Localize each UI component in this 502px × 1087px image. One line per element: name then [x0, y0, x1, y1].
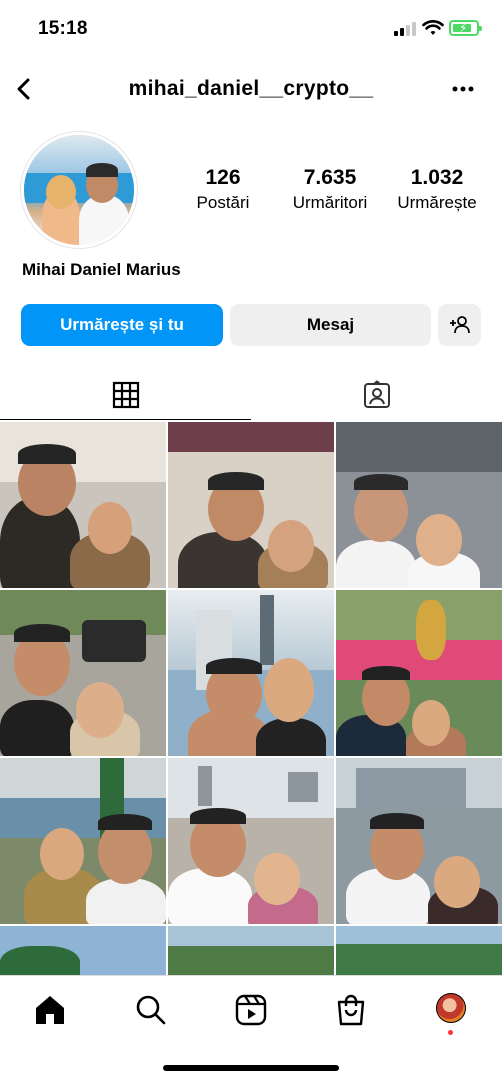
post-thumbnail[interactable] [0, 758, 166, 924]
post-thumbnail[interactable] [168, 758, 334, 924]
home-indicator [163, 1065, 339, 1071]
post-thumbnail[interactable] [336, 422, 502, 588]
profile-avatar[interactable] [20, 131, 138, 249]
stat-posts-value: 126 [205, 166, 241, 189]
profile-tabs [0, 372, 502, 422]
post-thumbnail[interactable] [336, 590, 502, 756]
stat-followers-label: Urmăritori [292, 193, 368, 212]
suggested-accounts-button[interactable] [438, 304, 481, 346]
reels-icon[interactable] [233, 992, 269, 1028]
posts-grid [0, 422, 502, 975]
status-bar: 15:18 ⚡ [0, 0, 502, 60]
shop-bag-icon[interactable] [333, 992, 369, 1028]
profile-avatar-icon[interactable] [436, 993, 466, 1023]
home-icon[interactable] [32, 992, 68, 1028]
post-thumbnail[interactable] [0, 926, 166, 975]
notification-dot [448, 1030, 453, 1035]
status-time: 15:18 [38, 18, 88, 39]
message-button[interactable]: Mesaj [230, 304, 431, 346]
profile-header-bar: mihai_daniel__crypto__ [0, 64, 502, 114]
tab-posts-grid[interactable] [0, 372, 251, 420]
search-icon[interactable] [133, 992, 169, 1028]
stat-posts-label: Postări [196, 193, 250, 212]
profile-username: mihai_daniel__crypto__ [128, 77, 374, 100]
stat-followers-value: 7.635 [303, 166, 357, 189]
stat-following[interactable]: 1.032 Urmărește [387, 166, 487, 213]
follow-button[interactable]: Urmărește și tu [21, 304, 223, 346]
bottom-navigation [0, 975, 502, 1087]
post-thumbnail[interactable] [168, 926, 334, 975]
stat-posts[interactable]: 126 Postări [173, 166, 273, 213]
wifi-icon [422, 20, 444, 35]
display-name: Mihai Daniel Marius [22, 260, 181, 279]
tagged-person-icon [363, 380, 390, 408]
grid-icon [112, 381, 139, 409]
stat-following-label: Urmărește [397, 193, 477, 212]
battery-charging-icon: ⚡ [449, 20, 482, 36]
post-thumbnail[interactable] [168, 422, 334, 588]
more-horizontal-icon[interactable] [448, 76, 478, 102]
post-thumbnail[interactable] [168, 590, 334, 756]
cellular-signal-icon [394, 22, 416, 36]
post-thumbnail[interactable] [0, 422, 166, 588]
stat-following-value: 1.032 [410, 166, 464, 189]
post-thumbnail[interactable] [336, 758, 502, 924]
stat-followers[interactable]: 7.635 Urmăritori [280, 166, 380, 213]
post-thumbnail[interactable] [0, 590, 166, 756]
add-person-icon [449, 316, 470, 334]
post-thumbnail[interactable] [336, 926, 502, 975]
tab-tagged[interactable] [251, 372, 502, 420]
